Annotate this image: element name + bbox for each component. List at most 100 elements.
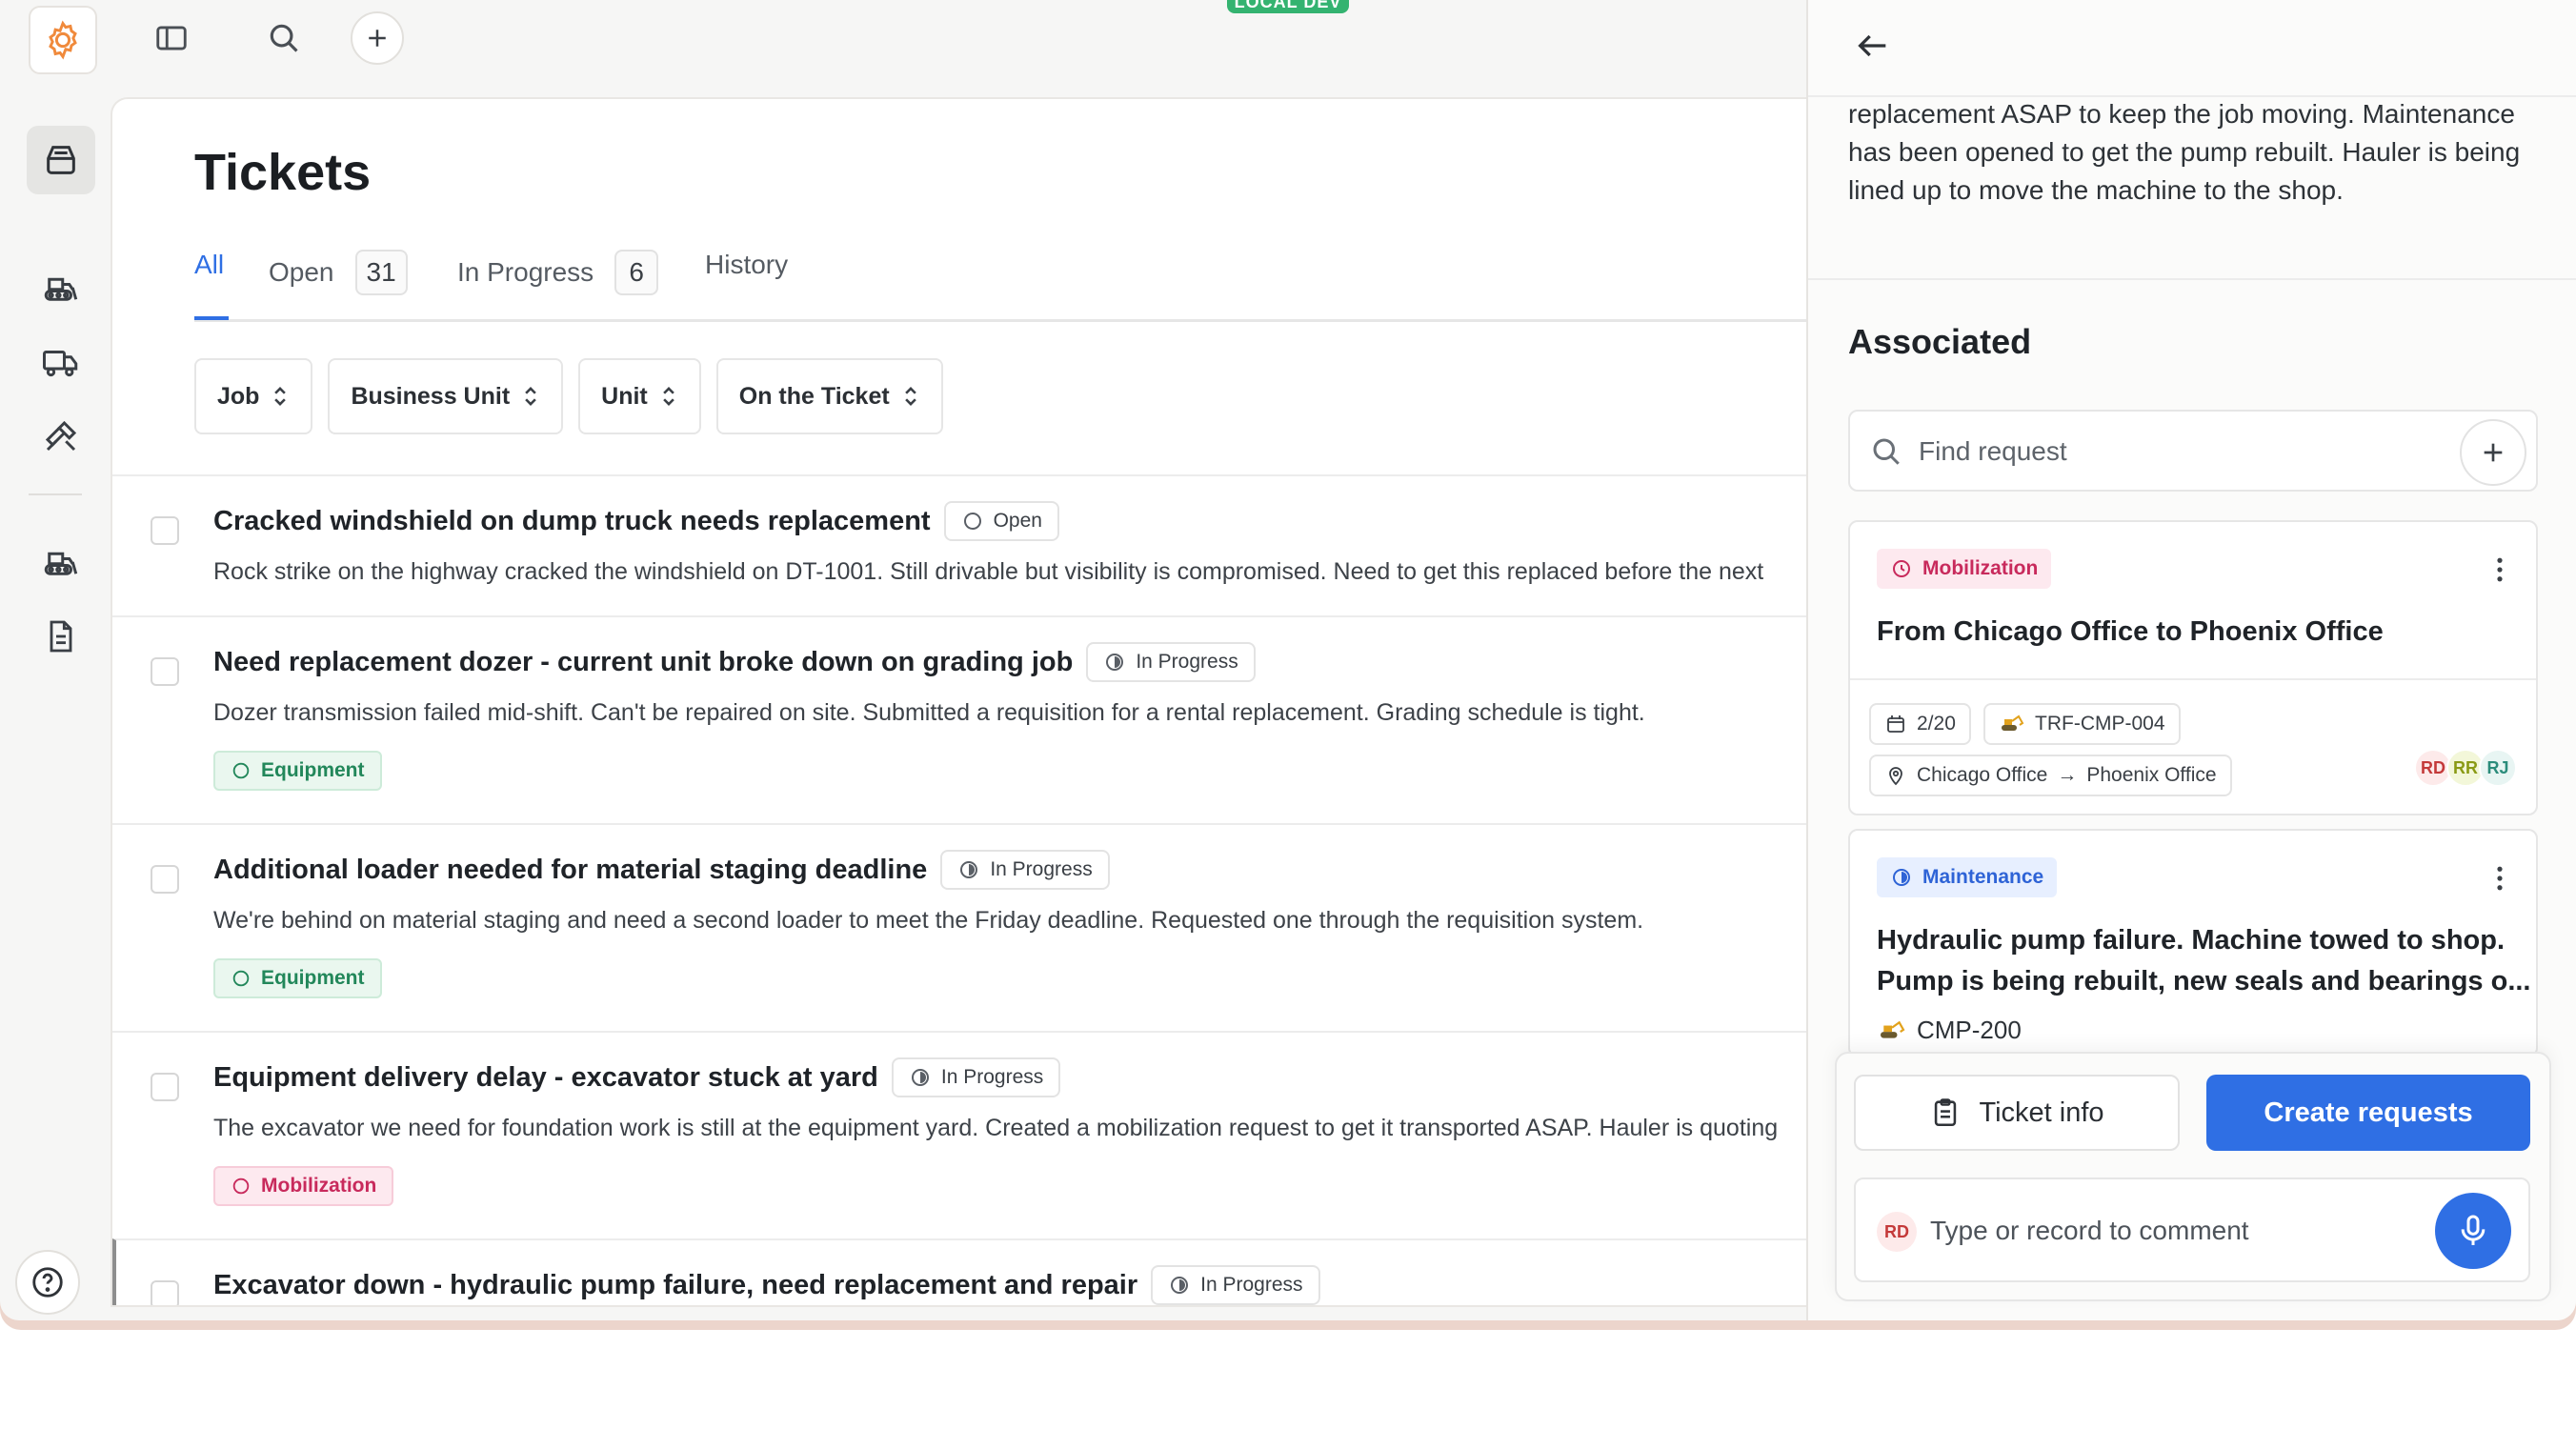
date-chip: 2/20 <box>1869 703 1971 745</box>
card-divider <box>1850 678 2536 680</box>
rail-item-tickets[interactable] <box>27 126 95 194</box>
row-checkbox[interactable] <box>151 516 179 545</box>
excavator-icon <box>1881 1020 1905 1038</box>
chip-text: Mobilization <box>1922 557 2039 579</box>
unit-label: CMP-200 <box>1877 1016 2022 1045</box>
ticket-title-text: Cracked windshield on dump truck needs r… <box>213 505 931 536</box>
route-arrow: → <box>2057 764 2078 786</box>
filter-business-unit[interactable]: Business Unit <box>328 358 564 434</box>
filter-label: Job <box>217 382 260 410</box>
filter-job[interactable]: Job <box>194 358 313 434</box>
category-tag: Equipment <box>213 958 382 998</box>
excavator-icon <box>2002 714 2024 731</box>
inbox-stack-icon <box>47 146 75 174</box>
filter-bar: Job Business Unit Unit On the Ticket <box>194 358 943 434</box>
status-text: In Progress <box>1200 1274 1303 1296</box>
ticket-info-button[interactable]: Ticket info <box>1854 1075 2180 1151</box>
ticket-title-text: Equipment delivery delay - excavator stu… <box>213 1061 878 1093</box>
filter-unit[interactable]: Unit <box>578 358 701 434</box>
tools-icon <box>45 420 77 452</box>
date-text: 2/20 <box>1917 713 1956 735</box>
request-title-line: Pump is being rebuilt, new seals and bea… <box>1877 966 2531 996</box>
card-menu-button[interactable] <box>2483 551 2517 589</box>
category-tag: Equipment <box>213 751 382 791</box>
rail-item-equipment[interactable] <box>27 253 95 322</box>
find-request-input[interactable] <box>1919 425 2452 478</box>
rail-item-maintenance[interactable] <box>27 402 95 471</box>
filter-on-the-ticket[interactable]: On the Ticket <box>715 358 943 434</box>
half-circle-icon <box>1171 1277 1189 1294</box>
card-menu-button[interactable] <box>2483 859 2517 897</box>
tab-count: 6 <box>614 250 659 295</box>
tab-history[interactable]: History <box>705 250 788 280</box>
ticket-row[interactable]: Cracked windshield on dump truck needs r… <box>112 474 1806 615</box>
ticket-row[interactable]: Need replacement dozer - current unit br… <box>112 615 1806 823</box>
status-badge: In Progress <box>1151 1265 1320 1305</box>
truck-icon <box>43 351 78 377</box>
add-request-button[interactable] <box>2460 419 2526 486</box>
open-circle-icon <box>963 513 981 530</box>
avatar: RD <box>1877 1212 1917 1252</box>
tab-in-progress[interactable]: In Progress 6 <box>457 250 659 295</box>
category-tag: Mobilization <box>213 1166 394 1206</box>
help-icon <box>32 1267 63 1298</box>
ticket-row[interactable]: Equipment delivery delay - excavator stu… <box>112 1031 1806 1238</box>
ticket-title-text: Excavator down - hydraulic pump failure,… <box>213 1269 1138 1300</box>
rail-separator <box>29 493 82 495</box>
window-frame: LOCAL DEV Tickets All Open 31 In Progres… <box>0 0 2576 1330</box>
ticket-title-text: Additional loader needed for material st… <box>213 854 928 885</box>
detail-divider <box>1808 278 2576 280</box>
location-pin-icon <box>1889 767 1902 786</box>
tab-count: 31 <box>354 250 408 295</box>
search-button[interactable] <box>257 11 311 65</box>
ticket-title: Cracked windshield on dump truck needs r… <box>213 501 1059 541</box>
row-checkbox[interactable] <box>151 657 179 686</box>
rail-item-documents[interactable] <box>27 602 95 671</box>
rail-item-hauling[interactable] <box>27 328 95 396</box>
status-badge: In Progress <box>891 1057 1061 1097</box>
more-vertical-icon <box>2497 866 2503 891</box>
calendar-icon <box>1887 715 1904 733</box>
request-title: From Chicago Office to Phoenix Office <box>1877 616 2384 647</box>
tab-all[interactable]: All <box>194 250 224 280</box>
app-logo[interactable] <box>29 6 97 74</box>
tab-label: All <box>194 250 225 279</box>
comment-input[interactable] <box>1930 1204 2406 1258</box>
route-to: Phoenix Office <box>2086 764 2217 786</box>
chip-text: Maintenance <box>1922 866 2044 888</box>
request-card-maintenance[interactable]: Maintenance Hydraulic pump failure. Mach… <box>1848 829 2538 1057</box>
row-checkbox[interactable] <box>151 1073 179 1101</box>
create-requests-button[interactable]: Create requests <box>2206 1075 2530 1151</box>
detail-header <box>1808 0 2576 97</box>
sidebar-toggle-button[interactable] <box>145 11 198 65</box>
ticket-detail-panel: replacement ASAP to keep the job moving.… <box>1806 0 2576 1320</box>
half-circle-icon <box>1106 654 1124 671</box>
help-button[interactable] <box>15 1250 80 1315</box>
chevron-up-down-icon <box>525 387 536 406</box>
route-from: Chicago Office <box>1917 764 2048 786</box>
ticket-row-selected[interactable]: Excavator down - hydraulic pump failure,… <box>112 1238 1806 1305</box>
ticket-title-text: Need replacement dozer - current unit br… <box>213 646 1074 677</box>
half-circle-icon <box>960 861 978 878</box>
assignee-avatars: RD RR RJ <box>2414 749 2517 787</box>
screen: LOCAL DEV Tickets All Open 31 In Progres… <box>0 0 2576 1429</box>
record-button[interactable] <box>2435 1193 2511 1269</box>
row-checkbox[interactable] <box>151 865 179 894</box>
left-rail <box>0 97 111 1320</box>
top-bar: LOCAL DEV <box>0 0 1806 97</box>
ticket-description: Rock strike on the highway cracked the w… <box>213 558 1764 585</box>
back-button[interactable] <box>1848 21 1898 70</box>
create-button[interactable] <box>351 11 404 65</box>
route-chip: Chicago Office → Phoenix Office <box>1869 755 2232 796</box>
search-icon <box>1873 438 1900 465</box>
status-badge: Open <box>943 501 1059 541</box>
row-checkbox[interactable] <box>151 1280 179 1305</box>
ticket-row[interactable]: Additional loader needed for material st… <box>112 823 1806 1031</box>
request-card-mobilization[interactable]: Mobilization From Chicago Office to Phoe… <box>1848 520 2538 815</box>
plus-icon <box>2484 443 2503 462</box>
find-request-box <box>1848 410 2538 492</box>
tab-open[interactable]: Open 31 <box>269 250 408 295</box>
rail-item-fleet[interactable] <box>27 528 95 596</box>
active-tab-indicator <box>194 316 229 320</box>
request-title: Hydraulic pump failure. Machine towed to… <box>1877 920 2530 1002</box>
